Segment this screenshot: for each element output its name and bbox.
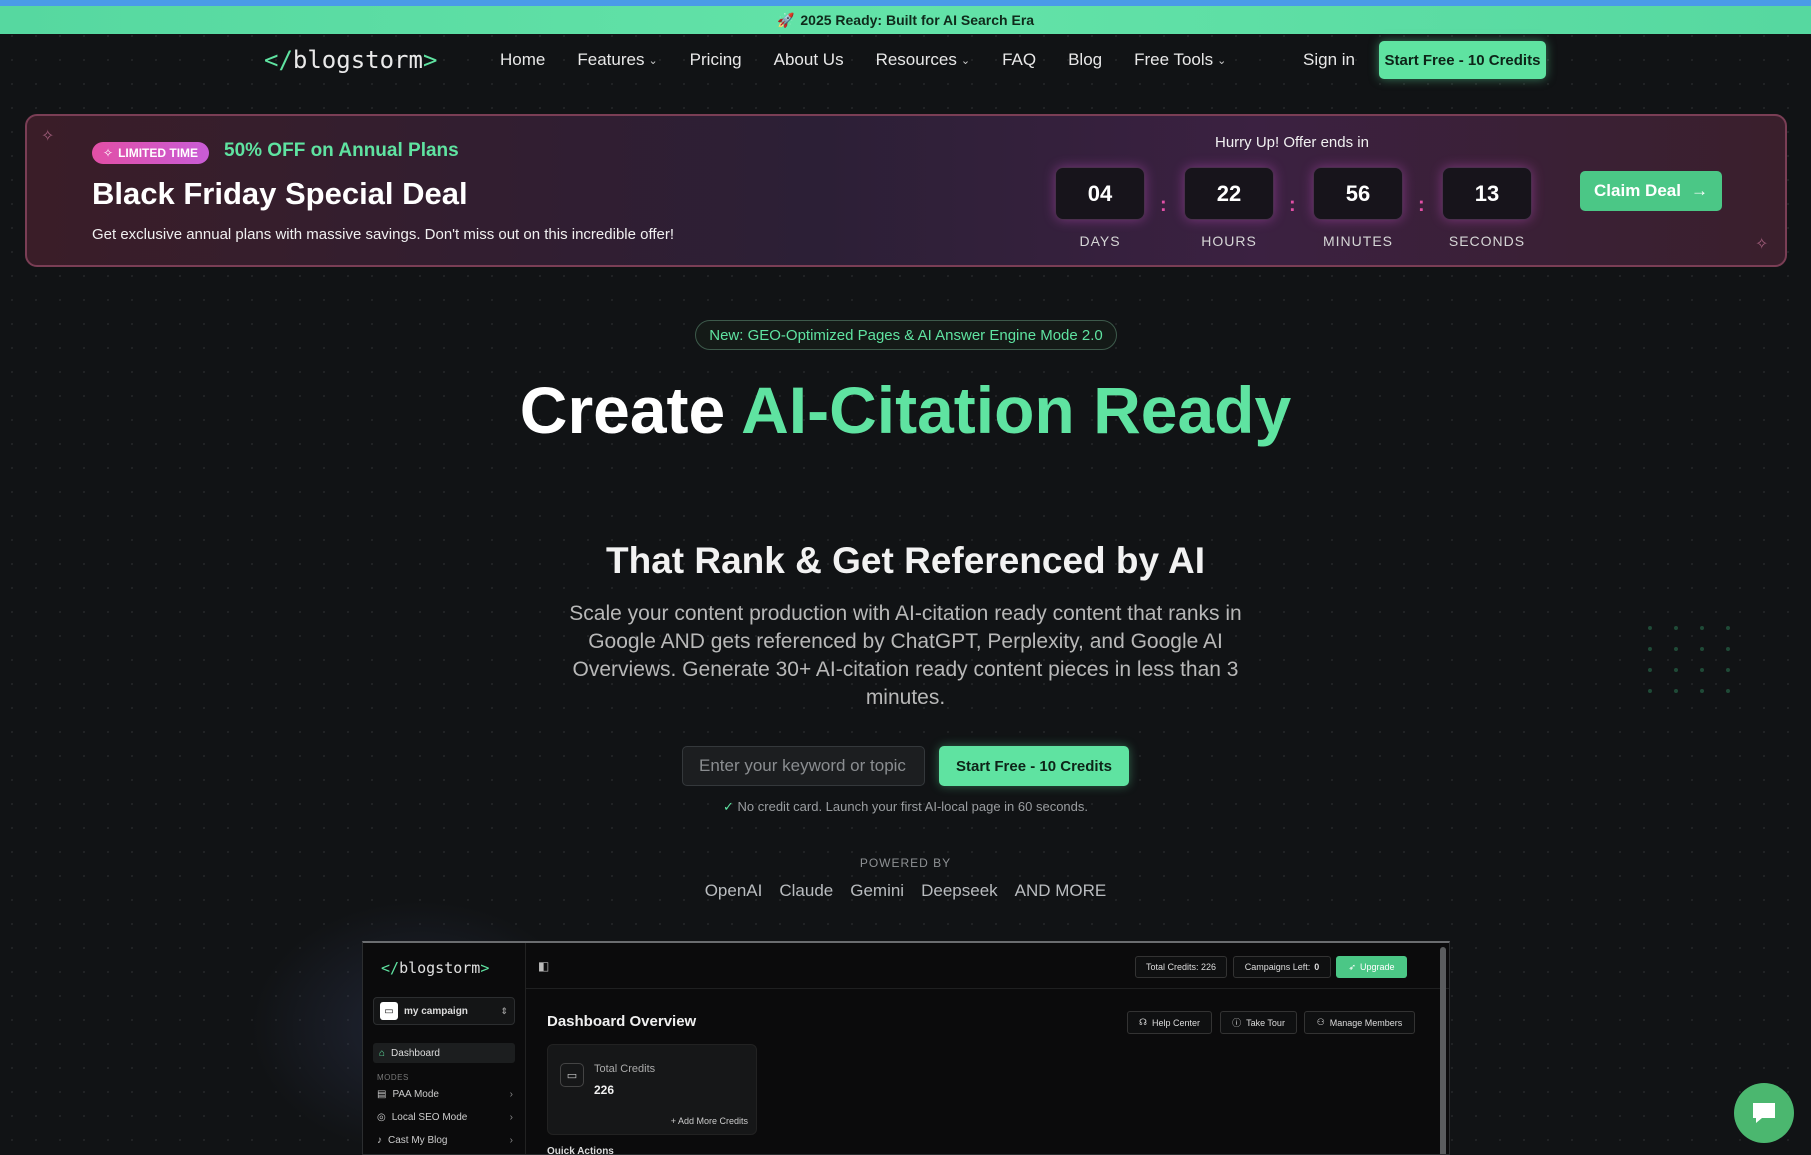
countdown-label: SECONDS bbox=[1448, 233, 1526, 249]
add-credits-button[interactable]: + Add More Credits bbox=[671, 1116, 748, 1126]
chat-bubble-icon bbox=[1753, 1103, 1775, 1123]
dashboard-logo: </blogstorm> bbox=[381, 959, 490, 977]
hero-title: Create AI-Citation Ready bbox=[519, 373, 1292, 447]
model-name: Deepseek bbox=[921, 881, 998, 900]
countdown-hours: 22 bbox=[1184, 167, 1274, 220]
hero-subtitle: That Rank & Get Referenced by AI bbox=[606, 540, 1205, 581]
chat-button[interactable] bbox=[1734, 1083, 1794, 1143]
chevron-updown-icon: ⇕ bbox=[500, 1005, 508, 1016]
decorative-dot-grid bbox=[1648, 626, 1752, 693]
hero-description: Scale your content production with AI-ci… bbox=[569, 602, 1242, 709]
chevron-right-icon: › bbox=[509, 1135, 513, 1146]
total-credits-card: ▭ Total Credits 226 + Add More Credits bbox=[547, 1044, 757, 1135]
promo-offer: 50% OFF on Annual Plans bbox=[224, 140, 459, 161]
countdown-label: DAYS bbox=[1079, 233, 1121, 249]
announcement-bar: 🚀 2025 Ready: Built for AI Search Era bbox=[0, 6, 1811, 34]
countdown-label: MINUTES bbox=[1323, 233, 1393, 249]
sidebar-item-local-seo-mode[interactable]: ◎ Local SEO Mode › bbox=[377, 1112, 513, 1123]
campaign-selector[interactable]: ▭ my campaign ⇕ bbox=[373, 997, 515, 1025]
countdown-heading: Hurry Up! Offer ends in bbox=[1215, 134, 1369, 151]
dashboard-preview: </blogstorm> ▭ my campaign ⇕ ⌂ Dashboard … bbox=[362, 941, 1450, 1155]
model-name: AND MORE bbox=[1014, 881, 1107, 900]
credits-value: 226 bbox=[594, 1083, 615, 1097]
sparkle-icon: ✧ bbox=[41, 128, 55, 145]
countdown-label: HOURS bbox=[1201, 233, 1257, 249]
nav-blog[interactable]: Blog bbox=[1068, 50, 1102, 70]
signin-link[interactable]: Sign in bbox=[1303, 50, 1355, 70]
chevron-down-icon: ⌄ bbox=[960, 54, 971, 67]
plus-icon: + bbox=[670, 1116, 676, 1126]
folder-icon: ▭ bbox=[380, 1002, 398, 1020]
check-icon: ✓ bbox=[723, 799, 734, 814]
sidebar-toggle-icon[interactable]: ◧ bbox=[538, 959, 549, 973]
headset-icon: ☊ bbox=[1138, 1017, 1147, 1027]
nav-home[interactable]: Home bbox=[500, 50, 545, 70]
nav-features[interactable]: Features ⌄ bbox=[577, 50, 657, 70]
powered-by-label: POWERED BY bbox=[859, 856, 952, 870]
logo[interactable]: </blogstorm> bbox=[264, 46, 437, 74]
upgrade-button[interactable]: ➶ Upgrade bbox=[1336, 956, 1407, 978]
new-feature-pill[interactable]: New: GEO-Optimized Pages & AI Answer Eng… bbox=[695, 320, 1117, 350]
sidebar-item-dashboard[interactable]: ⌂ Dashboard bbox=[373, 1043, 515, 1063]
dashboard-scrollbar[interactable] bbox=[1440, 947, 1446, 1154]
help-center-button[interactable]: ☊ Help Center bbox=[1127, 1011, 1212, 1034]
model-name: Claude bbox=[779, 881, 834, 900]
users-icon: ⚇ bbox=[1316, 1017, 1325, 1027]
dashboard-topbar: ◧ Total Credits: 226 Campaigns Left: 0 ➶ U… bbox=[526, 943, 1449, 989]
sidebar-item-paa-mode[interactable]: ▤ PAA Mode › bbox=[377, 1089, 513, 1100]
main-nav: </blogstorm> Home Features ⌄ Pricing Abou… bbox=[0, 34, 1811, 120]
promo-banner: ✧ ✧ ✧ LIMITED TIME 50% OFF on Annual Plan… bbox=[25, 114, 1787, 267]
rocket-icon: 🚀 bbox=[776, 11, 795, 28]
sidebar-item-cast-my-blog[interactable]: ♪ Cast My Blog › bbox=[377, 1135, 513, 1146]
model-name: OpenAI bbox=[704, 881, 763, 900]
countdown-minutes: 56 bbox=[1313, 167, 1403, 220]
rocket-icon: ➶ bbox=[1348, 961, 1356, 972]
model-list: OpenAI Claude Gemini Deepseek AND MORE bbox=[0, 881, 1811, 901]
chevron-right-icon: › bbox=[509, 1089, 513, 1100]
countdown-days: 04 bbox=[1055, 167, 1145, 220]
nav-faq[interactable]: FAQ bbox=[1002, 50, 1036, 70]
take-tour-button[interactable]: ⓘ Take Tour bbox=[1220, 1011, 1297, 1034]
arrow-right-icon: → bbox=[1690, 181, 1708, 200]
document-icon: ▤ bbox=[377, 1089, 387, 1100]
home-icon: ⌂ bbox=[379, 1047, 386, 1059]
countdown-separator: : bbox=[1289, 194, 1296, 216]
quick-actions-heading: Quick Actions bbox=[547, 1146, 614, 1155]
limited-time-badge: ✧ LIMITED TIME bbox=[92, 142, 210, 164]
nav-menu: Home Features ⌄ Pricing About Us Resource… bbox=[500, 50, 1226, 70]
sparkle-icon: ✧ bbox=[103, 146, 114, 160]
nav-resources[interactable]: Resources ⌄ bbox=[876, 50, 970, 70]
total-credits-chip: Total Credits: 226 bbox=[1135, 956, 1227, 978]
promo-subtitle: Get exclusive annual plans with massive … bbox=[92, 226, 675, 243]
campaigns-left-chip: Campaigns Left: 0 bbox=[1233, 956, 1331, 978]
nav-free-tools[interactable]: Free Tools ⌄ bbox=[1134, 50, 1226, 70]
credits-label: Total Credits bbox=[594, 1063, 656, 1075]
nav-about[interactable]: About Us bbox=[774, 50, 844, 70]
modes-header: MODES bbox=[377, 1073, 409, 1082]
nav-pricing[interactable]: Pricing bbox=[690, 50, 742, 70]
nav-start-free-button[interactable]: Start Free - 10 Credits bbox=[1379, 41, 1546, 79]
credit-card-icon: ▭ bbox=[560, 1063, 584, 1087]
keyword-input[interactable] bbox=[682, 746, 925, 786]
map-pin-icon: ◎ bbox=[377, 1112, 386, 1123]
manage-members-button[interactable]: ⚇ Manage Members bbox=[1304, 1011, 1415, 1034]
sparkle-icon: ✧ bbox=[1755, 236, 1769, 253]
countdown-seconds: 13 bbox=[1442, 167, 1532, 220]
countdown-separator: : bbox=[1160, 194, 1167, 216]
chevron-down-icon: ⌄ bbox=[1217, 54, 1227, 67]
countdown-separator: : bbox=[1418, 194, 1425, 216]
claim-deal-button[interactable]: Claim Deal → bbox=[1580, 171, 1722, 211]
chevron-down-icon: ⌄ bbox=[648, 54, 658, 67]
hero-start-free-button[interactable]: Start Free - 10 Credits bbox=[939, 746, 1129, 786]
dashboard-sidebar: </blogstorm> ▭ my campaign ⇕ ⌂ Dashboard … bbox=[363, 943, 526, 1154]
dashboard-title: Dashboard Overview bbox=[547, 1013, 697, 1030]
promo-title: Black Friday Special Deal bbox=[92, 176, 468, 211]
announcement-text: 2025 Ready: Built for AI Search Era bbox=[800, 12, 1035, 28]
model-name: Gemini bbox=[850, 881, 905, 900]
no-credit-card-note: ✓ No credit card. Launch your first AI-l… bbox=[723, 799, 1088, 814]
info-icon: ⓘ bbox=[1232, 1018, 1242, 1028]
chevron-right-icon: › bbox=[509, 1112, 513, 1123]
mic-icon: ♪ bbox=[377, 1135, 382, 1146]
